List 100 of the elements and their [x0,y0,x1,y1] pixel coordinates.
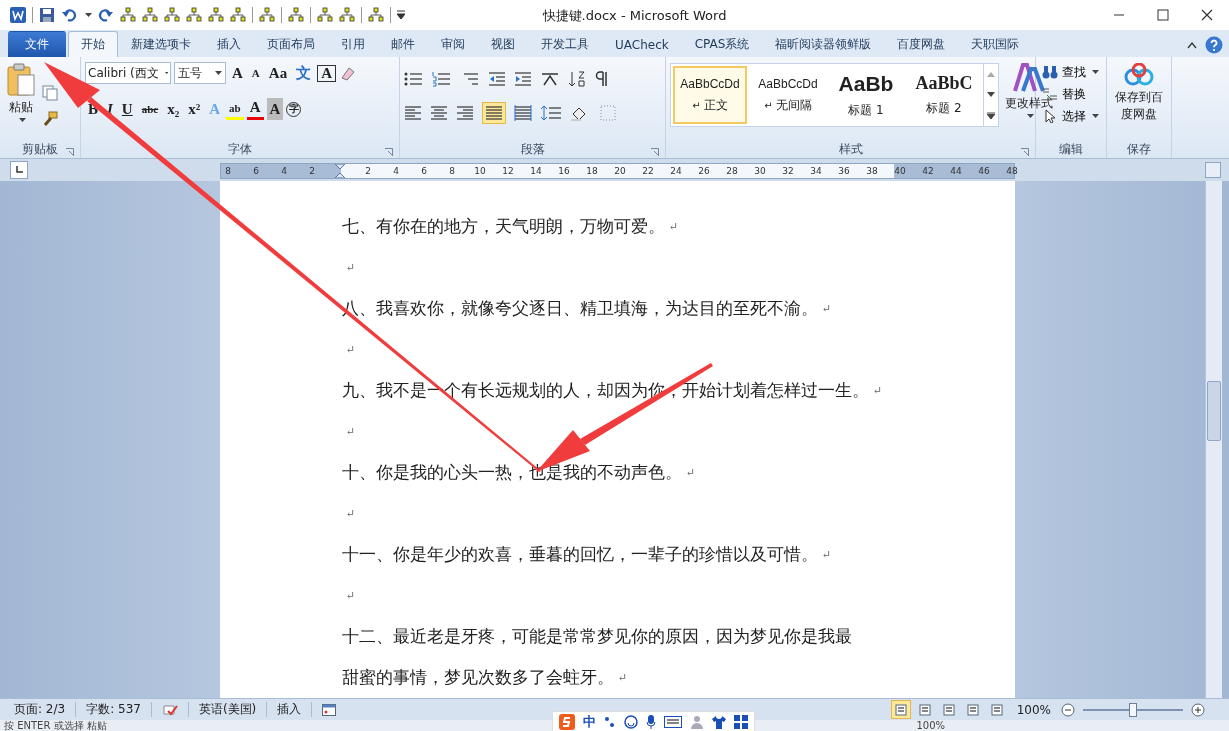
zoom-level[interactable]: 100% [1016,702,1051,717]
highlight-button[interactable]: ab [226,98,244,120]
proofing-icon[interactable] [161,702,178,717]
hierarchy-icon[interactable] [230,7,246,23]
ribbon-tab[interactable]: UACheck [602,31,682,57]
word-icon[interactable] [10,7,26,23]
numbering-icon[interactable] [432,71,452,87]
save-icon[interactable] [39,7,55,23]
ribbon-tab[interactable]: 审阅 [428,31,478,57]
grid-icon[interactable] [734,715,748,729]
paragraph-mark: ↵ [618,671,628,684]
maximize-icon[interactable] [1157,9,1169,21]
ribbon-tab[interactable]: CPAS系统 [681,31,763,57]
show-marks-icon[interactable] [594,71,608,87]
chinese-layout-icon[interactable] [540,71,560,87]
hierarchy-icon[interactable] [208,7,224,23]
dialog-launcher-icon[interactable] [1021,148,1029,156]
sup-button[interactable]: x² [185,98,204,120]
redo-icon[interactable] [98,7,114,23]
shading-button[interactable]: A [266,98,284,120]
align-center-icon[interactable] [430,105,448,121]
ribbon-tab[interactable]: 页面布局 [254,31,328,57]
find-button[interactable]: 查找 [1040,61,1102,83]
undo-icon[interactable] [61,7,77,23]
dialog-launcher-icon[interactable] [651,148,659,156]
ribbon-tab[interactable]: 插入 [204,31,254,57]
justify-button[interactable] [482,102,506,124]
sub-button[interactable]: x₂ [164,98,183,120]
ruler-number: 8 [224,165,232,178]
dialog-launcher-icon[interactable] [66,148,74,156]
cursor-icon [1042,109,1058,123]
hierarchy-icon[interactable] [164,7,180,23]
ruler-number: 36 [837,165,851,178]
shrink-button[interactable]: A [248,62,263,84]
align-left-icon[interactable] [404,105,422,121]
ribbon-tab[interactable]: 开发工具 [528,31,602,57]
input-method-logo-icon[interactable] [559,714,575,730]
ribbon-tab[interactable]: 百度网盘 [884,31,959,57]
hierarchy-icon[interactable] [259,7,275,23]
hierarchy-icon[interactable] [186,7,202,23]
help-icon[interactable] [1205,36,1223,54]
paste-button[interactable]: 粘贴 [4,61,38,140]
hierarchy-icon[interactable] [288,7,304,23]
ribbon-tab[interactable]: 引用 [328,31,378,57]
word-count[interactable]: 字数: 537 [76,702,152,717]
insert-mode[interactable]: 插入 [267,702,313,717]
ribbon-tab[interactable]: 新建选项卡 [118,31,204,57]
input-mode[interactable]: 中 [583,713,596,731]
font-name-field[interactable]: Calibri (西文 [85,62,171,84]
microphone-icon[interactable] [646,715,656,729]
format-painter-icon[interactable] [42,111,58,127]
save-to-cloud-button[interactable]: 保存到百度网盘 [1111,61,1167,140]
zoom-out-icon[interactable] [1061,702,1075,717]
hierarchy-icon[interactable] [142,7,158,23]
color-button[interactable]: A [246,98,264,120]
sort-icon[interactable] [568,70,586,88]
phonetic-button[interactable]: 文 [293,62,315,84]
view-button[interactable] [890,700,911,719]
indent-marker-icon[interactable] [335,164,345,178]
ribbon-tab[interactable]: 视图 [478,31,528,57]
decrease-indent-icon[interactable] [488,71,506,87]
ribbon-tab[interactable]: 天职国际 [958,31,1033,57]
close-icon[interactable] [1201,9,1213,21]
border-button[interactable]: A [317,64,336,82]
distributed-icon[interactable] [514,105,532,121]
shirt-icon[interactable] [712,715,726,729]
keyboard-icon[interactable] [664,716,682,728]
ribbon-tab[interactable]: 福昕阅读器领鲜版 [762,31,885,57]
align-right-icon[interactable] [456,105,474,121]
customize-caret-icon[interactable] [397,10,405,20]
strike-button[interactable]: abc [138,98,162,120]
emoji-icon[interactable] [624,715,638,729]
tab-selector[interactable] [10,161,28,179]
ribbon-tab[interactable]: 邮件 [378,31,428,57]
hierarchy-icon[interactable] [339,7,355,23]
underline-button[interactable]: U [118,98,136,120]
collapse-ribbon-icon[interactable] [1187,41,1197,49]
zoom-in-icon[interactable] [1191,702,1205,717]
page-count[interactable]: 页面: 2/3 [4,702,77,717]
ribbon-tab[interactable]: 开始 [68,31,118,57]
font-size-field[interactable]: 五号 [174,62,226,84]
hierarchy-icon[interactable] [368,7,384,23]
macro-icon[interactable] [322,703,337,716]
bullets-icon[interactable] [404,71,424,87]
line-spacing-icon[interactable] [540,105,562,121]
hierarchy-icon[interactable] [120,7,136,23]
increase-indent-icon[interactable] [514,71,532,87]
grow-button[interactable]: A [229,62,246,84]
hierarchy-icon[interactable] [317,7,333,23]
more-styles-icon[interactable] [987,111,995,119]
dialog-launcher-icon[interactable] [385,148,393,156]
language-indicator[interactable]: 英语(美国) [188,702,268,717]
punctuation-icon[interactable] [604,716,616,728]
group-label: 保存 [1127,140,1151,158]
ribbon-tab[interactable]: 文件 [8,31,66,57]
style-item[interactable]: AaBbCcDd ↵ 正文 [673,66,747,124]
ruler-number: 20 [613,165,627,178]
vertical-scrollbar[interactable] [1205,181,1222,698]
scroll-down-icon[interactable] [987,91,995,97]
case-button[interactable]: Aa [265,62,291,84]
